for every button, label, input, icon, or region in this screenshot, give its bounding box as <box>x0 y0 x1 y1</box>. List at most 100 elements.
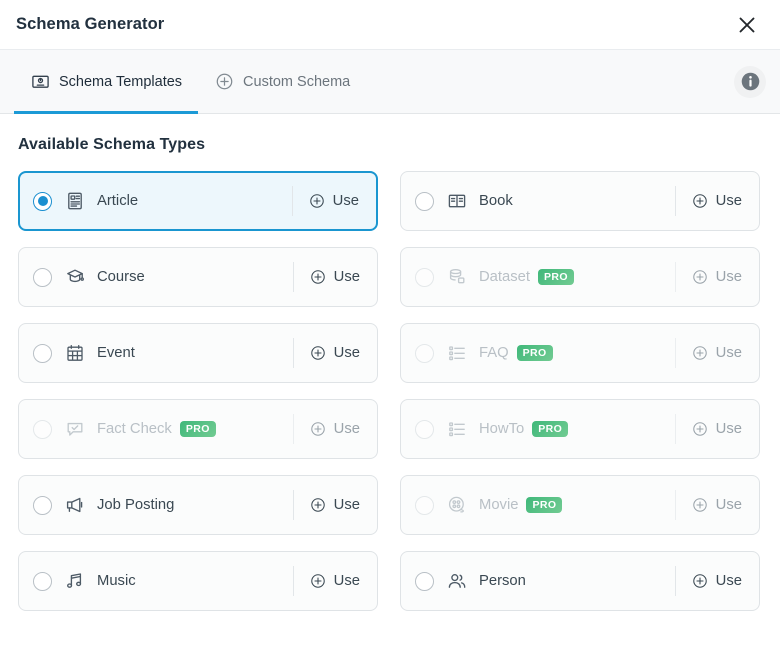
megaphone-icon <box>64 494 86 516</box>
radio-job-posting[interactable] <box>33 495 52 515</box>
schema-card-label: FAQ PRO <box>479 344 553 362</box>
use-label: Use <box>715 193 742 209</box>
schema-card-label: Job Posting <box>97 497 175 513</box>
schema-generator-modal: Schema Generator Schema Templates Custom… <box>0 0 780 645</box>
schema-card-label: Music <box>97 573 136 589</box>
people-icon <box>446 570 468 592</box>
use-label: Use <box>715 573 742 589</box>
use-button-person[interactable]: Use <box>676 552 759 610</box>
plus-circle-icon <box>692 193 709 210</box>
schema-card-label-text: Movie <box>479 496 519 513</box>
schema-card-music[interactable]: Music Use <box>18 551 378 611</box>
use-label: Use <box>333 345 360 361</box>
schema-card-label: HowTo PRO <box>479 420 569 438</box>
schema-card-book[interactable]: Book Use <box>400 171 760 231</box>
plus-circle-icon <box>214 72 234 92</box>
article-icon <box>64 190 86 212</box>
plus-circle-icon <box>692 345 709 362</box>
schema-card-movie[interactable]: Movie PRO Use <box>400 475 760 535</box>
radio-book[interactable] <box>415 191 434 211</box>
radio-article[interactable] <box>33 191 52 211</box>
schema-card-label-text: HowTo <box>479 420 525 437</box>
use-label: Use <box>715 421 742 437</box>
music-note-icon <box>64 570 86 592</box>
schema-card-label-text: Fact Check <box>97 420 172 437</box>
info-icon <box>740 71 761 92</box>
schema-card-dataset[interactable]: Dataset PRO Use <box>400 247 760 307</box>
database-icon <box>446 266 468 288</box>
schema-card-article[interactable]: Article Use <box>18 171 378 231</box>
section-title: Available Schema Types <box>18 136 206 153</box>
use-label: Use <box>715 269 742 285</box>
plus-circle-icon <box>310 269 327 286</box>
schema-card-faq[interactable]: FAQ PRO Use <box>400 323 760 383</box>
radio-movie[interactable] <box>415 495 434 515</box>
modal-header: Schema Generator <box>0 0 780 50</box>
use-button-music[interactable]: Use <box>294 552 377 610</box>
schema-card-label-text: FAQ <box>479 344 509 361</box>
schema-card-howto[interactable]: HowTo PRO Use <box>400 399 760 459</box>
schema-card-label-text: Dataset <box>479 268 530 285</box>
tab-custom-schema-label: Custom Schema <box>243 73 351 90</box>
use-button-course[interactable]: Use <box>294 248 377 306</box>
schema-card-label: Article <box>97 193 139 209</box>
radio-howto[interactable] <box>415 419 434 439</box>
schema-card-label: Dataset PRO <box>479 268 574 286</box>
radio-dataset[interactable] <box>415 267 434 287</box>
schema-card-event[interactable]: Event Use <box>18 323 378 383</box>
page-title: Schema Generator <box>16 15 165 33</box>
pro-badge: PRO <box>526 497 563 514</box>
tab-schema-templates[interactable]: Schema Templates <box>14 50 199 114</box>
radio-faq[interactable] <box>415 343 434 363</box>
use-label: Use <box>333 421 360 437</box>
use-button-faq[interactable]: Use <box>676 324 759 382</box>
schema-card-label: Event <box>97 345 135 361</box>
list-icon <box>446 418 468 440</box>
schema-types-panel: Available Schema Types Article Use Book … <box>0 114 780 645</box>
use-button-fact-check[interactable]: Use <box>294 400 377 458</box>
calendar-icon <box>64 342 86 364</box>
graduation-cap-icon <box>64 266 86 288</box>
pro-badge: PRO <box>532 421 569 438</box>
use-button-howto[interactable]: Use <box>676 400 759 458</box>
radio-event[interactable] <box>33 343 52 363</box>
schema-card-course[interactable]: Course Use <box>18 247 378 307</box>
plus-circle-icon <box>309 193 326 210</box>
use-label: Use <box>332 193 359 209</box>
plus-circle-icon <box>310 421 327 438</box>
use-label: Use <box>715 345 742 361</box>
radio-fact-check[interactable] <box>33 419 52 439</box>
schema-card-label: Book <box>479 193 513 209</box>
use-button-job-posting[interactable]: Use <box>294 476 377 534</box>
use-button-article[interactable]: Use <box>293 173 376 229</box>
plus-circle-icon <box>692 573 709 590</box>
radio-person[interactable] <box>415 571 434 591</box>
tab-custom-schema[interactable]: Custom Schema <box>198 50 366 113</box>
use-button-event[interactable]: Use <box>294 324 377 382</box>
schema-card-label: Person <box>479 573 526 589</box>
schema-card-label: Course <box>97 269 145 285</box>
tab-bar: Schema Templates Custom Schema <box>0 50 780 114</box>
plus-circle-icon <box>310 497 327 514</box>
close-button[interactable] <box>732 10 762 40</box>
schema-card-person[interactable]: Person Use <box>400 551 760 611</box>
radio-music[interactable] <box>33 571 52 591</box>
plus-circle-icon <box>692 421 709 438</box>
schema-card-fact-check[interactable]: Fact Check PRO Use <box>18 399 378 459</box>
pro-badge: PRO <box>516 345 553 362</box>
schema-card-label: Fact Check PRO <box>97 420 216 438</box>
info-button[interactable] <box>734 65 766 98</box>
use-label: Use <box>333 269 360 285</box>
use-button-dataset[interactable]: Use <box>676 248 759 306</box>
close-icon <box>737 15 757 35</box>
check-bubble-icon <box>64 418 86 440</box>
schema-template-icon <box>30 72 50 92</box>
schema-card-job-posting[interactable]: Job Posting Use <box>18 475 378 535</box>
film-reel-icon <box>446 494 468 516</box>
use-button-book[interactable]: Use <box>676 172 759 230</box>
radio-course[interactable] <box>33 267 52 287</box>
use-button-movie[interactable]: Use <box>676 476 759 534</box>
schema-card-label: Movie PRO <box>479 496 563 514</box>
schema-type-grid: Article Use Book Use Course Use Dataset … <box>18 171 760 611</box>
tab-schema-templates-label: Schema Templates <box>59 73 183 90</box>
